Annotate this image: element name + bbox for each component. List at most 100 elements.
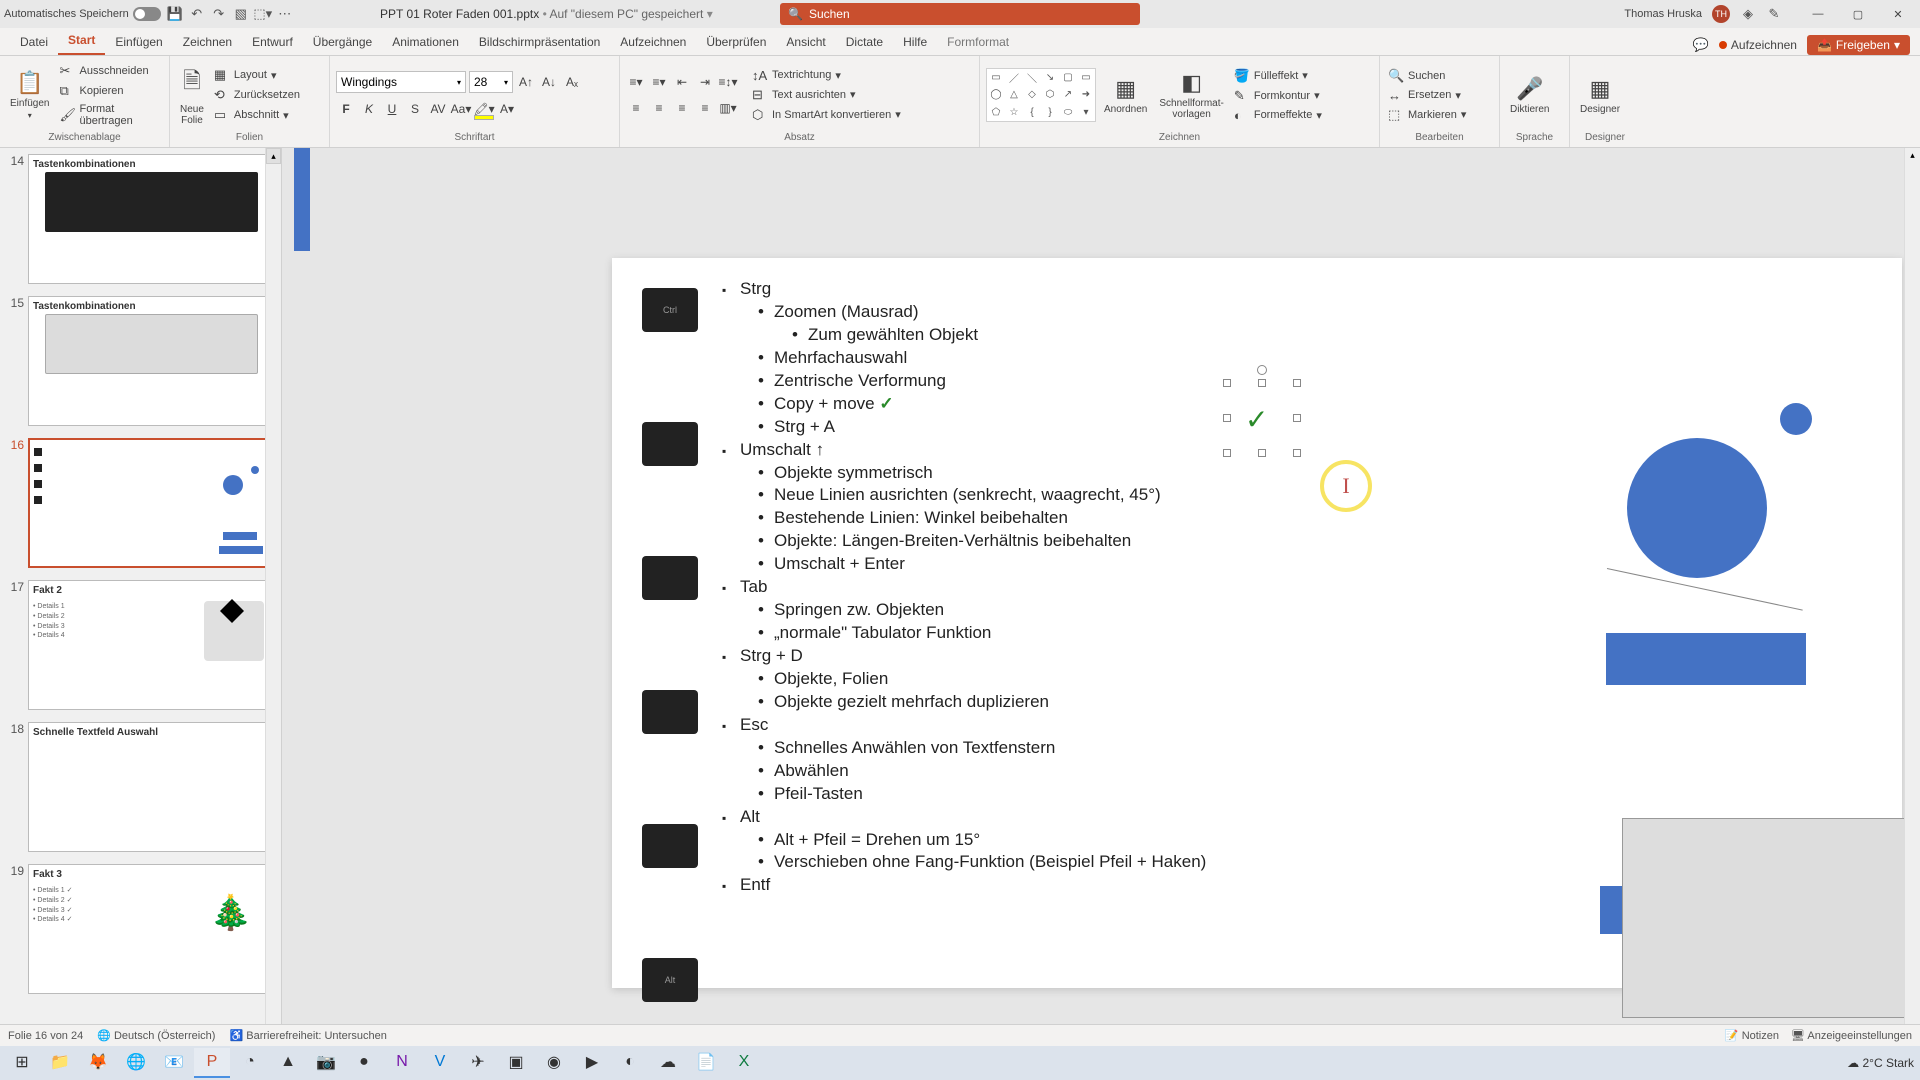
numbering-icon[interactable]: ≡▾ — [649, 72, 669, 92]
language-label[interactable]: 🌐 Deutsch (Österreich) — [97, 1029, 215, 1042]
columns-icon[interactable]: ▥▾ — [718, 98, 738, 118]
bullet-line[interactable]: Zoomen (Mausrad) — [722, 301, 1872, 324]
tab-start[interactable]: Start — [58, 27, 105, 55]
app-icon-8[interactable]: ◐ — [612, 1048, 648, 1078]
new-slide-button[interactable]: 🗎Neue Folie — [176, 62, 208, 128]
outdent-icon[interactable]: ⇤ — [672, 72, 692, 92]
shape-outline-button[interactable]: ✎Formkontur ▾ — [1232, 87, 1324, 105]
case-button[interactable]: Aa▾ — [451, 99, 471, 119]
cut-button[interactable]: ✂Ausschneiden — [57, 62, 163, 80]
replace-button[interactable]: ↔Ersetzen ▾ — [1386, 87, 1468, 104]
tab-uebergaenge[interactable]: Übergänge — [303, 29, 382, 55]
firefox-icon[interactable]: 🦊 — [80, 1048, 116, 1078]
app-icon-9[interactable]: ☁ — [650, 1048, 686, 1078]
arrange-button[interactable]: ▦Anordnen — [1100, 74, 1151, 117]
bullet-line[interactable]: Zum gewählten Objekt — [722, 324, 1872, 347]
thumb-15[interactable]: 15 Tastenkombinationen — [0, 290, 281, 432]
chrome-icon[interactable]: 🌐 — [118, 1048, 154, 1078]
tab-zeichnen[interactable]: Zeichnen — [173, 29, 242, 55]
vscode-icon[interactable]: V — [422, 1048, 458, 1078]
tab-hilfe[interactable]: Hilfe — [893, 29, 937, 55]
slide-counter[interactable]: Folie 16 von 24 — [8, 1030, 83, 1042]
toggle-icon[interactable] — [133, 7, 161, 21]
maximize-icon[interactable]: ▢ — [1840, 4, 1876, 24]
app-icon-6[interactable]: ◉ — [536, 1048, 572, 1078]
bullet-line[interactable]: Springen zw. Objekten — [722, 599, 1872, 622]
redo-icon[interactable]: ↷ — [211, 6, 227, 22]
align-left-icon[interactable]: ≡ — [626, 98, 646, 118]
clear-format-icon[interactable]: Aₓ — [562, 72, 582, 92]
app-icon-10[interactable]: 📄 — [688, 1048, 724, 1078]
telegram-icon[interactable]: ✈ — [460, 1048, 496, 1078]
text-direction-button[interactable]: ↕ATextrichtung ▾ — [750, 67, 903, 84]
find-button[interactable]: 🔍Suchen — [1386, 67, 1468, 85]
align-right-icon[interactable]: ≡ — [672, 98, 692, 118]
tab-einfuegen[interactable]: Einfügen — [105, 29, 172, 55]
display-settings-button[interactable]: 🖥 Anzeigeeinstellungen — [1791, 1029, 1912, 1042]
scroll-up-icon[interactable]: ▴ — [1905, 148, 1920, 164]
shape-fill-button[interactable]: 🪣Fülleffekt ▾ — [1232, 67, 1324, 85]
align-text-button[interactable]: ⊟Text ausrichten ▾ — [750, 86, 903, 104]
start-button[interactable]: ⊞ — [4, 1048, 40, 1078]
touch-mode-icon[interactable]: ⬚▾ — [255, 6, 271, 22]
pen-icon[interactable]: ✎ — [1766, 6, 1782, 22]
explorer-icon[interactable]: 📁 — [42, 1048, 78, 1078]
bullet-line[interactable]: Copy + move ✓ — [722, 393, 1872, 416]
search-box[interactable]: 🔍 Suchen — [780, 3, 1140, 25]
record-button[interactable]: Aufzeichnen — [1719, 38, 1797, 52]
dictate-button[interactable]: 🎤Diktieren — [1506, 74, 1553, 117]
bullet-line[interactable]: Mehrfachauswahl — [722, 347, 1872, 370]
tab-ueberpruefen[interactable]: Überprüfen — [696, 29, 776, 55]
autosave-toggle[interactable]: Automatisches Speichern — [4, 7, 161, 21]
smartart-button[interactable]: ⬡In SmartArt konvertieren ▾ — [750, 106, 903, 124]
selected-shape[interactable]: ✓ — [1227, 383, 1297, 453]
section-button[interactable]: ▭Abschnitt ▾ — [212, 106, 302, 124]
excel-icon[interactable]: X — [726, 1048, 762, 1078]
strike-button[interactable]: S — [405, 99, 425, 119]
bullet-line[interactable]: Schnelles Anwählen von Textfenstern — [722, 737, 1872, 760]
paste-button[interactable]: 📋Einfügen▾ — [6, 68, 53, 122]
tab-ansicht[interactable]: Ansicht — [776, 29, 835, 55]
powerpoint-icon[interactable]: P — [194, 1048, 230, 1078]
weather-widget[interactable]: ☁ 2°C Stark — [1847, 1056, 1914, 1070]
shrink-font-icon[interactable]: A↓ — [539, 72, 559, 92]
quick-styles-button[interactable]: ◧Schnellformat- vorlagen — [1155, 68, 1227, 122]
rotate-handle-icon[interactable] — [1257, 365, 1267, 375]
select-button[interactable]: ⬚Markieren ▾ — [1386, 106, 1468, 124]
tab-entwurf[interactable]: Entwurf — [242, 29, 303, 55]
tab-bildschirmpraesentation[interactable]: Bildschirmpräsentation — [469, 29, 610, 55]
line-spacing-icon[interactable]: ≡↕▾ — [718, 72, 738, 92]
bullet-line[interactable]: Objekte gezielt mehrfach duplizieren — [722, 691, 1872, 714]
app-icon-2[interactable]: ▲ — [270, 1048, 306, 1078]
indent-icon[interactable]: ⇥ — [695, 72, 715, 92]
tab-dictate[interactable]: Dictate — [836, 29, 893, 55]
rect-shape-1[interactable] — [1606, 633, 1806, 685]
slide-canvas[interactable]: Ctrl Alt StrgZoomen (Mausrad)Zum gewählt… — [612, 258, 1902, 988]
justify-icon[interactable]: ≡ — [695, 98, 715, 118]
reset-button[interactable]: ⟲Zurücksetzen — [212, 86, 302, 104]
onenote-icon[interactable]: N — [384, 1048, 420, 1078]
app-icon-7[interactable]: ▶ — [574, 1048, 610, 1078]
app-icon-5[interactable]: ▣ — [498, 1048, 534, 1078]
font-name-select[interactable]: Wingdings▾ — [336, 71, 466, 93]
designer-button[interactable]: ▦Designer — [1576, 74, 1624, 117]
bold-button[interactable]: F — [336, 99, 356, 119]
small-circle-shape[interactable] — [1780, 403, 1812, 435]
save-icon[interactable]: 💾 — [167, 6, 183, 22]
thumb-18[interactable]: 18 Schnelle Textfeld Auswahl — [0, 716, 281, 858]
editor-vscrollbar[interactable]: ▴ — [1904, 148, 1920, 1029]
format-painter-button[interactable]: 🖌Format übertragen — [57, 102, 163, 128]
user-avatar[interactable]: TH — [1712, 5, 1730, 23]
thumbs-scrollbar[interactable]: ▴ ▾ — [265, 148, 281, 1045]
thumb-17[interactable]: 17 Fakt 2 • Details 1• Details 2• Detail… — [0, 574, 281, 716]
tab-formformat[interactable]: Formformat — [937, 29, 1019, 55]
app-icon-1[interactable]: ◔ — [232, 1048, 268, 1078]
big-circle-shape[interactable] — [1627, 438, 1767, 578]
font-color-button[interactable]: A▾ — [497, 99, 517, 119]
thumb-14[interactable]: 14 Tastenkombinationen — [0, 148, 281, 290]
bullet-line[interactable]: Esc — [722, 714, 1872, 737]
bullet-line[interactable]: Abwählen — [722, 760, 1872, 783]
bullet-line[interactable]: Pfeil-Tasten — [722, 783, 1872, 806]
tab-aufzeichnen[interactable]: Aufzeichnen — [610, 29, 696, 55]
notes-button[interactable]: 📝 Notizen — [1725, 1029, 1779, 1042]
